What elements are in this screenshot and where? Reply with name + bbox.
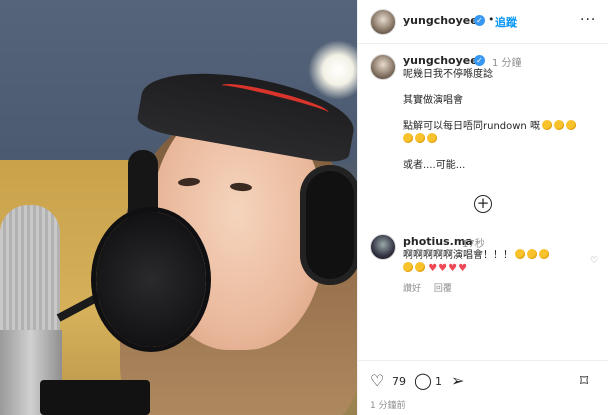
- comment-time[interactable]: 17秒: [462, 235, 485, 250]
- emoji-icon: [403, 133, 413, 143]
- emoji-icon: [427, 133, 437, 143]
- comment-text: 啊啊啊啊啊演唱會！！！ ♥♥♥♥: [403, 249, 603, 275]
- follow-button[interactable]: 追蹤: [495, 14, 517, 30]
- more-options-icon[interactable]: ···: [580, 12, 596, 28]
- comment-bubble-icon[interactable]: ◯: [414, 372, 432, 390]
- caption-time[interactable]: 1 分鐘: [492, 54, 522, 69]
- comment-count: 1: [435, 375, 442, 388]
- verified-badge-icon: ✓: [474, 15, 485, 26]
- post-header: yungchoyee ✓ • 追蹤 ···: [358, 0, 608, 44]
- like-heart-icon[interactable]: ♡: [370, 372, 384, 390]
- caption-line-text: 點解可以每日唔同rundown 嘅: [403, 121, 540, 132]
- hearts-emoji: ♥♥♥♥: [428, 263, 469, 274]
- emoji-icon: [565, 120, 576, 130]
- comment-actions: 讚好 回覆: [403, 281, 462, 294]
- avatar[interactable]: [370, 9, 396, 35]
- comment-avatar[interactable]: [370, 234, 396, 260]
- emoji-icon: [403, 262, 413, 272]
- verified-badge-icon: ✓: [474, 55, 485, 66]
- separator-dot: •: [488, 13, 495, 26]
- headphone-right: [300, 165, 357, 285]
- comment-reply-button[interactable]: 回覆: [434, 284, 452, 294]
- emoji-icon: [415, 133, 425, 143]
- caption-avatar[interactable]: [370, 54, 396, 80]
- caption-line: 或者....可能...: [403, 160, 466, 171]
- post-photo[interactable]: [0, 0, 357, 415]
- caption-line: 呢幾日我不停喺度諗: [403, 69, 493, 80]
- pop-filter: [96, 212, 206, 347]
- caption-line: [403, 133, 603, 146]
- caption-line: 點解可以每日唔同rundown 嘅: [403, 120, 603, 133]
- header-username[interactable]: yungchoyee: [403, 14, 478, 27]
- caption-text: 呢幾日我不停喺度諗 其實做演唱會 點解可以每日唔同rundown 嘅 或者...…: [403, 68, 603, 172]
- emoji-icon: [515, 249, 525, 259]
- emoji-icon: [539, 249, 549, 259]
- post-side-panel: yungchoyee ✓ • 追蹤 ··· yungchoyee ✓ 1 分鐘 …: [357, 0, 608, 415]
- comment-like-button[interactable]: 讚好: [403, 284, 421, 294]
- emoji-icon: [541, 120, 552, 130]
- comment-body: 啊啊啊啊啊演唱會！！！: [403, 250, 513, 261]
- bookmark-icon[interactable]: ⌑: [580, 372, 588, 390]
- microphone-stand: [40, 380, 150, 415]
- post-actions-bar: ♡ 79 ◯ 1 ➢ ⌑ 1 分鐘前: [358, 360, 608, 415]
- share-icon[interactable]: ➢: [451, 372, 464, 390]
- emoji-icon: [553, 120, 564, 130]
- load-more-comments-icon[interactable]: +: [474, 195, 492, 213]
- comment-like-icon[interactable]: ♡: [590, 256, 598, 266]
- like-count[interactable]: 79: [392, 375, 406, 388]
- caption-username[interactable]: yungchoyee: [403, 54, 478, 67]
- caption-line: 其實做演唱會: [403, 95, 463, 106]
- emoji-icon: [415, 262, 425, 272]
- emoji-icon: [527, 249, 537, 259]
- ceiling-light: [308, 40, 357, 100]
- post-timestamp[interactable]: 1 分鐘前: [370, 398, 406, 411]
